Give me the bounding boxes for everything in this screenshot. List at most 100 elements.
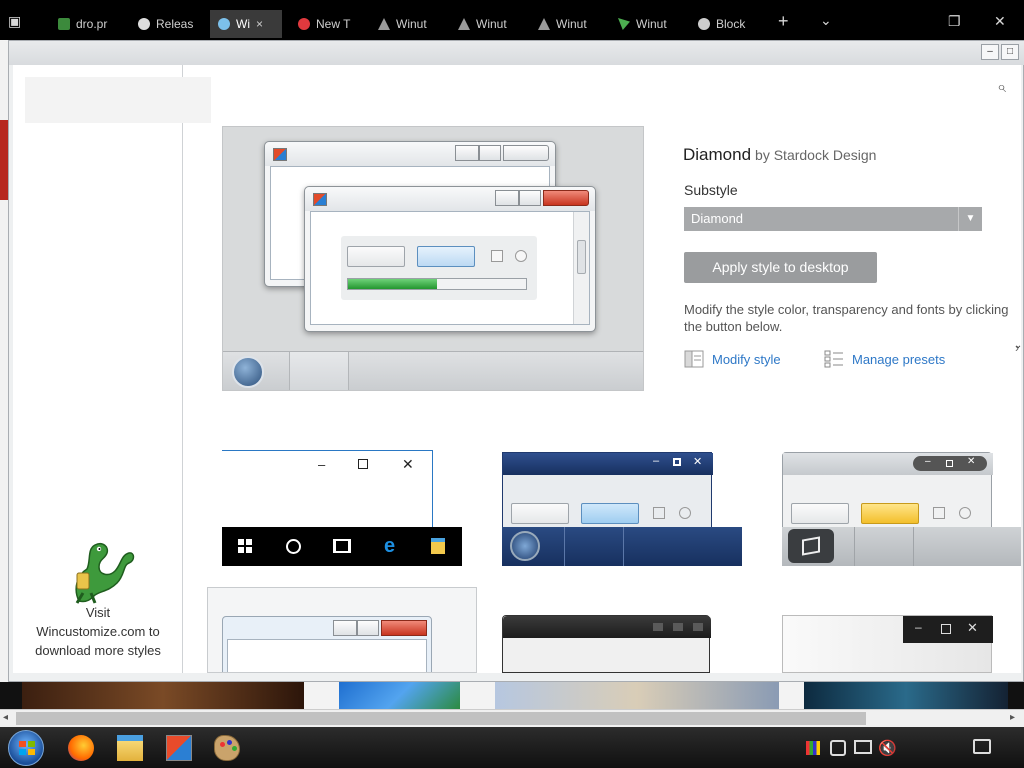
preview-close-icon (503, 145, 549, 161)
scroll-right-arrow-icon[interactable]: ▸ (1010, 712, 1015, 723)
tab-favicon-icon (538, 18, 550, 30)
browser-tab[interactable]: Winut (530, 10, 608, 38)
preview-checkbox (491, 250, 503, 262)
thumb-button (791, 503, 849, 524)
action-center-icon[interactable] (973, 739, 991, 754)
thumb-checkbox (653, 507, 665, 519)
style-thumbnail[interactable]: – ✕ (502, 450, 742, 566)
tab-favicon-icon (618, 18, 630, 30)
preview-progress-fill (348, 279, 437, 289)
manage-presets-link[interactable]: Manage presets (824, 350, 945, 368)
style-thumbnail[interactable] (502, 615, 742, 673)
modify-style-link[interactable]: Modify style (684, 350, 781, 368)
preview-taskbar (223, 351, 643, 390)
substyle-dropdown[interactable]: Diamond ▼ (684, 207, 982, 231)
thumb-close-icon: ✕ (967, 456, 976, 467)
wallpaper-thumbnail[interactable] (22, 682, 304, 710)
tab-favicon-icon (698, 18, 710, 30)
browser-tab[interactable]: Winut (370, 10, 448, 38)
style-author[interactable]: by Stardock Design (755, 147, 876, 163)
thumb-maximize-icon (357, 620, 379, 636)
wallpaper-thumbnail[interactable] (495, 682, 779, 710)
style-thumbnail[interactable]: – ✕ (782, 615, 1021, 673)
browser-tab[interactable]: Winut (610, 10, 688, 38)
windowblinds-icon[interactable] (166, 735, 192, 761)
app-window-icon (313, 193, 327, 206)
cortana-icon (286, 539, 301, 554)
substyle-label: Substyle (684, 182, 738, 198)
browser-restore-button[interactable]: ❐ (948, 13, 961, 30)
browser-tab[interactable]: Block (690, 10, 770, 38)
volume-muted-icon[interactable]: 🔇 (878, 739, 897, 757)
thumb-minimize-icon: – (318, 457, 326, 472)
network-icon[interactable] (854, 740, 872, 754)
substyle-value: Diamond (691, 211, 744, 226)
style-thumbnail[interactable] (207, 587, 477, 673)
tray-flag-icon[interactable] (806, 741, 820, 755)
thumb-close-icon (693, 623, 703, 631)
scroll-left-arrow-icon[interactable]: ◂ (3, 712, 8, 723)
thumb-taskbar (782, 527, 1021, 566)
thumb-minimize-icon: – (925, 456, 931, 467)
page-scrollbar[interactable]: ⌄ ▾ (1013, 100, 1024, 709)
thumb-close-icon: ✕ (693, 456, 703, 468)
minimize-button[interactable]: – (981, 44, 999, 60)
tray-app-icon[interactable] (830, 740, 846, 756)
new-tab-button[interactable]: + (778, 11, 789, 32)
tab-label: Block (716, 17, 746, 31)
maximize-button[interactable]: □ (1001, 44, 1019, 60)
tab-favicon-icon (378, 18, 390, 30)
thumb-maximize-icon (946, 460, 953, 467)
tab-label: Winut (636, 17, 667, 31)
app-content: ⌕ Visit Wincustomize.com to download mor… (13, 65, 1021, 673)
preview-front-window (304, 186, 596, 332)
thumb-minimize-icon (653, 623, 663, 631)
sidebar-toggle-icon[interactable]: ▣ (8, 13, 21, 30)
file-explorer-icon[interactable] (117, 735, 143, 761)
browser-tab[interactable]: Releas (130, 10, 210, 38)
tab-favicon-icon (138, 18, 150, 30)
horizontal-scrollbar[interactable]: ◂ ▸ (0, 709, 1024, 727)
thumb-titlebar: – ✕ (783, 453, 993, 475)
file-explorer-icon (431, 538, 445, 554)
start-button-icon[interactable] (8, 730, 44, 766)
preview-maximize-icon (519, 190, 541, 206)
chevron-down-icon[interactable]: ⌄ (1014, 340, 1022, 351)
browser-tab[interactable]: dro.pr (50, 10, 130, 38)
browser-tab[interactable]: New T (290, 10, 368, 38)
style-thumbnail[interactable]: – ✕ e (222, 450, 462, 566)
preview-scrollbar (573, 212, 589, 324)
tab-label: Winut (396, 17, 427, 31)
visit-wincustomize-text[interactable]: Visit Wincustomize.com to download more … (13, 603, 183, 660)
thumb-taskbar: e (222, 527, 462, 566)
windows-flag-icon (802, 536, 820, 556)
thumb-window (222, 616, 432, 672)
preview-minimize-icon (455, 145, 479, 161)
page-edge (0, 40, 8, 682)
category-box[interactable] (25, 77, 211, 123)
paint-palette-icon[interactable] (214, 735, 240, 761)
browser-close-button[interactable]: ✕ (994, 13, 1006, 30)
search-icon[interactable]: ⌕ (997, 79, 1006, 97)
horizontal-scrollbar-thumb[interactable] (16, 712, 866, 725)
app-titlebar: – □ (9, 41, 1024, 65)
edge-icon: e (384, 535, 396, 557)
preview-client-area (310, 211, 590, 325)
wallpaper-thumbnail[interactable] (339, 682, 460, 710)
browser-tab-active[interactable]: Wi × (210, 10, 282, 38)
preview-button-hot (417, 246, 475, 267)
tab-favicon-icon (458, 18, 470, 30)
style-thumbnail[interactable]: – ✕ (782, 450, 1021, 566)
thumb-button-hot (581, 503, 639, 524)
thumb-button (511, 503, 569, 524)
browser-tab[interactable]: Winut (450, 10, 528, 38)
tab-list-button[interactable]: ⌄ (820, 12, 832, 29)
style-title: Diamond by Stardock Design (683, 145, 876, 165)
manage-presets-icon (824, 350, 844, 368)
wallpaper-thumbnail[interactable] (804, 682, 1008, 710)
thumb-checkbox (933, 507, 945, 519)
tab-close-icon[interactable]: × (256, 17, 263, 31)
apply-style-button[interactable]: Apply style to desktop (684, 252, 877, 283)
firefox-icon[interactable] (68, 735, 94, 761)
tab-label: Winut (556, 17, 587, 31)
